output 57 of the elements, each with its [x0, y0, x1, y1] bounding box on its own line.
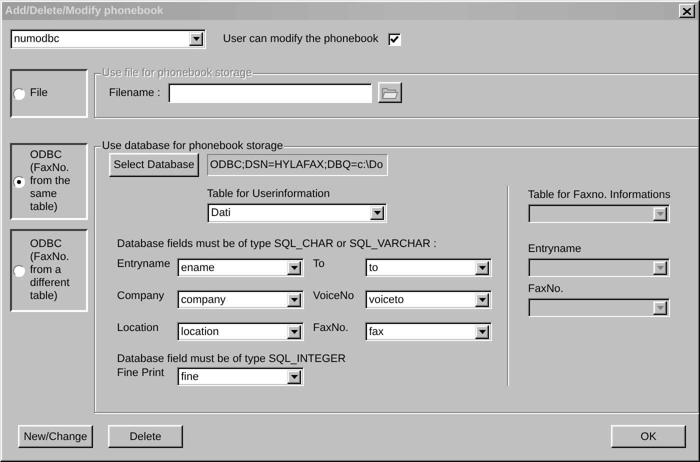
caret-icon	[290, 330, 298, 334]
note-text: Database field must be of type SQL_INTEGER	[117, 353, 347, 365]
phonebook-dropdown[interactable]: numodbc	[10, 29, 206, 49]
caret-icon	[192, 37, 200, 41]
filename-label: Filename :	[109, 86, 160, 98]
caret-icon	[290, 298, 298, 302]
radio-label: ODBC (FaxNo. from a different table)	[30, 238, 71, 303]
field-dropdown[interactable]: voiceto	[365, 290, 492, 309]
field-dropdown[interactable]: to	[365, 258, 492, 277]
dialog-button[interactable]: Delete	[108, 425, 183, 448]
caret-icon	[290, 374, 298, 378]
caret-icon	[478, 330, 486, 334]
dialog-button[interactable]: New/Change	[18, 425, 93, 448]
filename-field[interactable]	[168, 82, 372, 102]
field-label: VoiceNo	[313, 290, 355, 302]
caret-icon	[656, 212, 664, 216]
storage-radio[interactable]	[13, 88, 25, 100]
group-title: Use database for phonebook storage	[101, 140, 284, 152]
field-dropdown[interactable]	[528, 258, 670, 277]
field-dropdown[interactable]: company	[177, 290, 304, 309]
field-label: To	[313, 258, 326, 270]
field-label: Entryname	[528, 243, 582, 255]
field-dropdown[interactable]: location	[177, 322, 304, 341]
caret-icon	[656, 306, 664, 310]
radio-label: File	[30, 87, 49, 100]
field-dropdown[interactable]: ename	[177, 258, 304, 277]
caret-icon	[374, 211, 380, 215]
storage-radio[interactable]	[13, 264, 25, 276]
checkbox-label: User can modify the phonebook	[223, 33, 378, 45]
dialog-button[interactable]: OK	[611, 425, 686, 448]
connection-field: ODBC;DSN=HYLAFAX;DBQ=c:\Do	[207, 154, 388, 176]
note-text: Database fields must be of type SQL_CHAR or SQL_VARCHAR :	[117, 238, 438, 250]
field-label: Table for Faxno. Informations	[528, 189, 670, 201]
caret-icon	[656, 266, 664, 270]
field-dropdown[interactable]: fine	[177, 367, 304, 386]
select-database-button[interactable]: Select Database	[109, 153, 199, 177]
storage-radio[interactable]	[13, 176, 25, 188]
modify-checkbox[interactable]	[388, 32, 402, 46]
folder-icon	[382, 86, 398, 98]
field-label: Entryname	[117, 258, 172, 270]
browse-button[interactable]	[378, 82, 402, 103]
field-dropdown[interactable]: fax	[365, 322, 492, 341]
caret-icon	[478, 266, 486, 270]
field-dropdown[interactable]	[528, 298, 670, 317]
close-icon	[683, 8, 691, 14]
field-label: Fine Print	[117, 367, 166, 379]
field-label: Location	[117, 322, 160, 334]
field-label: Company	[117, 290, 166, 302]
field-label: FaxNo.	[528, 283, 564, 295]
field-label: FaxNo.	[313, 322, 350, 334]
user-table-dropdown[interactable]: Dati	[207, 203, 387, 223]
field-label: Table for Userinformation	[207, 188, 331, 200]
caret-icon	[290, 266, 298, 270]
group-title: Use file for phonebook storage	[101, 67, 253, 79]
caret-icon	[478, 298, 486, 302]
radio-label: ODBC (FaxNo. from the same table)	[30, 149, 72, 214]
close-button[interactable]	[679, 4, 695, 18]
